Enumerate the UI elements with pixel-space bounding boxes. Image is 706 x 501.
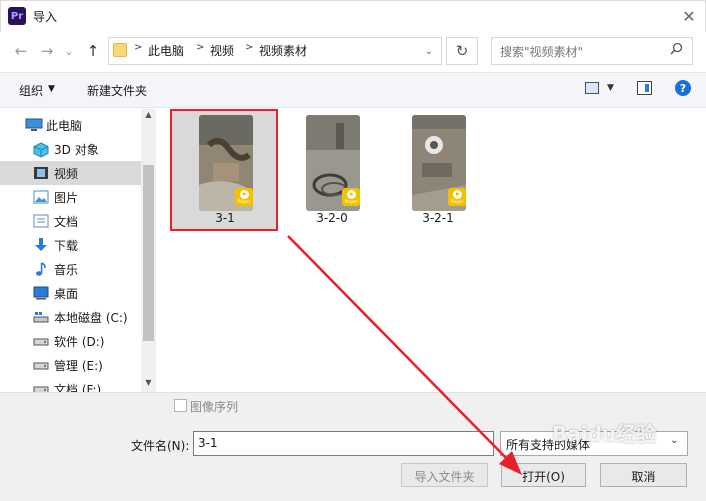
sidebar-item-drive-e[interactable]: 管理 (E:)	[0, 353, 141, 377]
sidebar-item-pictures[interactable]: 图片	[0, 185, 141, 209]
preview-pane-icon[interactable]	[637, 81, 652, 95]
player-badge-icon: Player	[342, 188, 360, 206]
sidebar-item-label: 软件 (D:)	[54, 334, 105, 349]
pictures-icon	[33, 190, 49, 204]
sidebar-scrollbar-thumb[interactable]	[143, 165, 154, 341]
back-button[interactable]: ←	[10, 40, 32, 62]
cancel-button[interactable]: 取消	[600, 463, 687, 487]
desktop-icon	[33, 286, 49, 300]
organize-menu-button[interactable]: 组织	[19, 82, 43, 99]
music-icon	[33, 261, 49, 276]
sidebar-item-label: 管理 (E:)	[54, 358, 103, 373]
player-badge-text: Player	[450, 199, 464, 204]
drive-icon	[33, 310, 49, 324]
address-dropdown-button[interactable]: ⌄	[416, 37, 442, 65]
file-item-3-2-0[interactable]: Player 3-2-0	[279, 111, 385, 229]
sidebar-item-desktop[interactable]: 桌面	[0, 281, 141, 305]
sidebar-item-label: 下载	[54, 238, 79, 253]
sidebar-item-drive-c[interactable]: 本地磁盘 (C:)	[0, 305, 141, 329]
player-badge-text: Player	[344, 199, 358, 204]
navigation-pane: 此电脑 3D 对象 视频 图片 文档 下载 音乐 桌面 本地磁盘 (C:) 软件…	[0, 109, 155, 392]
scroll-up-arrow-icon[interactable]: ▲	[143, 110, 154, 122]
sidebar-item-videos[interactable]: 视频	[0, 161, 141, 185]
image-sequence-checkbox[interactable]	[174, 399, 187, 412]
sidebar-item-label: 音乐	[54, 262, 79, 277]
drive-icon	[33, 334, 49, 348]
videos-icon	[33, 166, 49, 180]
drive-icon	[33, 358, 49, 372]
breadcrumb-video-assets[interactable]: 视频素材	[259, 42, 307, 59]
player-badge-icon: Player	[448, 188, 466, 206]
baidu-watermark: Baidu经验	[552, 422, 657, 446]
close-button[interactable]: ✕	[676, 4, 702, 28]
sidebar-item-downloads[interactable]: 下载	[0, 233, 141, 257]
file-item-3-2-1[interactable]: Player 3-2-1	[385, 111, 491, 229]
sidebar-item-drive-f[interactable]: 文档 (F:)	[0, 377, 141, 392]
folder-icon	[113, 43, 127, 57]
sidebar-item-label: 桌面	[54, 286, 79, 301]
sidebar-item-label: 视频	[54, 166, 79, 181]
computer-icon	[25, 118, 43, 132]
view-options-dropdown[interactable]: ▼	[607, 83, 614, 93]
chevron-down-icon[interactable]: ▼	[48, 84, 55, 94]
chevron-right-icon: >	[134, 42, 143, 53]
sidebar-item-label: 文档 (F:)	[54, 382, 102, 393]
sidebar-item-music[interactable]: 音乐	[0, 257, 141, 281]
downloads-icon	[33, 237, 49, 251]
title-bar	[0, 0, 706, 32]
file-name: 3-2-0	[316, 211, 348, 225]
sidebar-item-label: 图片	[54, 190, 79, 205]
chevron-down-icon[interactable]: ⌄	[670, 435, 678, 446]
filename-input[interactable]: 3-1	[193, 431, 494, 456]
up-button[interactable]: ↑	[82, 40, 104, 62]
image-sequence-label: 图像序列	[190, 400, 239, 414]
selection-highlight-box	[170, 109, 278, 231]
sidebar-item-drive-d[interactable]: 软件 (D:)	[0, 329, 141, 353]
forward-button[interactable]: →	[36, 40, 58, 62]
file-name: 3-2-1	[422, 211, 454, 225]
chevron-right-icon: >	[245, 42, 254, 53]
refresh-button[interactable]: ↻	[446, 37, 478, 65]
sidebar-item-label: 本地磁盘 (C:)	[54, 310, 128, 325]
open-button[interactable]: 打开(O)	[501, 463, 586, 487]
sidebar-item-label: 文档	[54, 214, 79, 229]
sidebar-item-label: 此电脑	[46, 118, 83, 133]
documents-icon	[33, 214, 49, 228]
sidebar-item-3d-objects[interactable]: 3D 对象	[0, 137, 141, 161]
drive-icon	[33, 382, 49, 392]
window-title: 导入	[33, 10, 58, 24]
scroll-down-arrow-icon[interactable]: ▼	[143, 378, 154, 390]
chevron-right-icon: >	[196, 42, 205, 53]
recent-locations-dropdown[interactable]: ⌄	[58, 40, 80, 62]
breadcrumb-videos[interactable]: 视频	[210, 42, 234, 59]
search-placeholder: 搜索"视频素材"	[500, 45, 584, 59]
search-icon[interactable]	[670, 42, 683, 59]
change-view-icon[interactable]	[585, 82, 599, 94]
filename-label: 文件名(N):	[131, 439, 190, 453]
sidebar-item-documents[interactable]: 文档	[0, 209, 141, 233]
help-icon[interactable]: ?	[675, 80, 691, 96]
sidebar-item-label: 3D 对象	[54, 142, 99, 157]
new-folder-button[interactable]: 新建文件夹	[87, 82, 147, 99]
breadcrumb-this-pc[interactable]: 此电脑	[148, 42, 184, 59]
premiere-app-icon: Pr	[8, 7, 26, 25]
3d-objects-icon	[33, 142, 49, 158]
import-folder-button[interactable]: 导入文件夹	[401, 463, 488, 487]
sidebar-item-this-pc[interactable]: 此电脑	[0, 113, 141, 137]
